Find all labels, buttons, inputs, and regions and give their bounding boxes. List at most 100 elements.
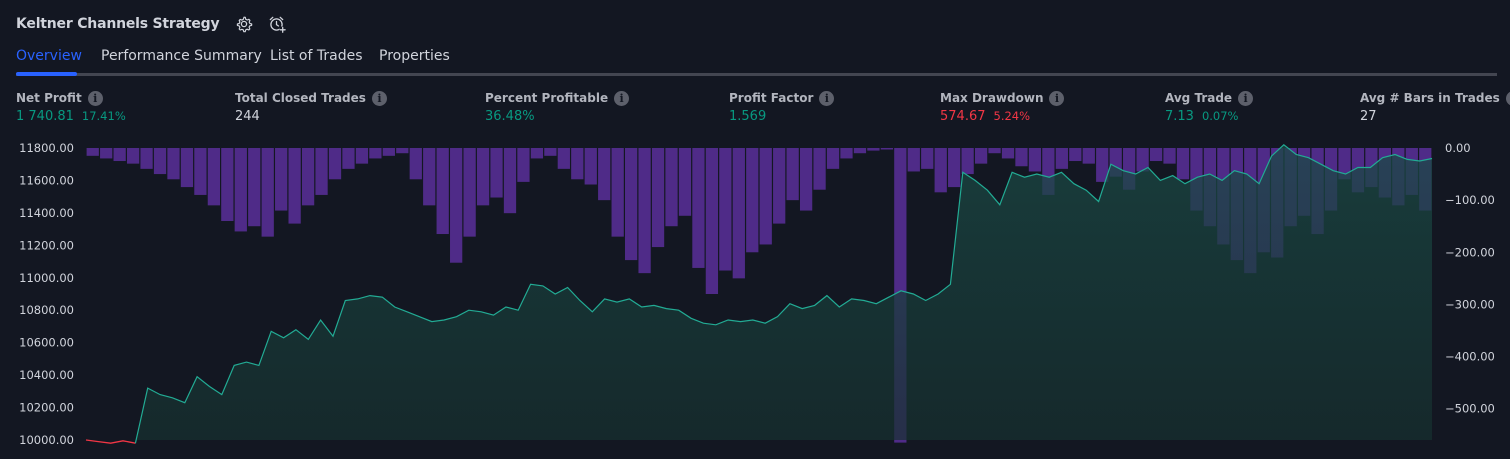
info-icon[interactable]: i xyxy=(371,90,387,106)
drawdown-bar xyxy=(409,148,422,180)
metric-total-closed-trades: Total Closed Trades i 244 xyxy=(235,90,387,125)
drawdown-bar xyxy=(746,148,759,253)
drawdown-bar xyxy=(140,148,153,169)
drawdown-bar xyxy=(261,148,274,237)
drawdown-bar xyxy=(665,148,678,227)
metric-net-profit: Net Profit i 1 740.81 17.41% xyxy=(16,90,126,125)
drawdown-bar xyxy=(221,148,234,221)
info-icon[interactable]: i xyxy=(819,90,835,106)
info-icon[interactable]: i xyxy=(1505,90,1510,106)
drawdown-bar xyxy=(651,148,665,248)
drawdown-bar xyxy=(840,148,853,159)
drawdown-bar xyxy=(1176,148,1190,180)
right-axis-tick: −100.00 xyxy=(1445,193,1495,207)
total-closed-trades-value: 244 xyxy=(235,109,260,124)
left-axis-tick: 11800.00 xyxy=(19,141,74,155)
drawdown-bar xyxy=(369,148,382,159)
metric-label: Avg # Bars in Trades xyxy=(1360,91,1500,105)
tab-overview[interactable]: Overview xyxy=(16,48,82,64)
drawdown-bar xyxy=(517,148,530,182)
metric-label: Avg Trade xyxy=(1165,91,1233,105)
drawdown-bar xyxy=(1028,148,1042,172)
left-axis-tick: 11200.00 xyxy=(19,238,74,252)
metric-max-drawdown: Max Drawdown i 574.67 5.24% xyxy=(940,90,1065,125)
equity-drawdown-chart[interactable]: 11800.00 11600.00 11400.00 11200.00 11000.00… xyxy=(0,138,1510,459)
drawdown-bar xyxy=(315,148,328,195)
drawdown-bar xyxy=(355,148,369,164)
drawdown-bar xyxy=(1082,148,1095,164)
gear-icon[interactable] xyxy=(235,15,253,33)
info-icon[interactable]: i xyxy=(87,90,103,106)
drawdown-bar xyxy=(153,148,167,175)
alarm-clock-plus-icon[interactable] xyxy=(268,15,287,33)
drawdown-bar xyxy=(773,148,786,224)
drawdown-bar xyxy=(275,148,288,211)
drawdown-bar xyxy=(961,148,974,175)
drawdown-bar xyxy=(611,148,624,237)
equity-line-negative xyxy=(85,439,136,444)
drawdown-bar xyxy=(167,148,180,180)
metric-label: Total Closed Trades xyxy=(235,91,366,105)
right-axis-tick: 0.00 xyxy=(1445,141,1471,155)
drawdown-bar xyxy=(1001,148,1015,159)
left-axis-tick: 11000.00 xyxy=(19,271,74,285)
drawdown-bar xyxy=(584,148,597,185)
drawdown-bar xyxy=(638,148,651,274)
drawdown-bar xyxy=(490,148,503,198)
left-axis-tick: 10800.00 xyxy=(19,303,74,317)
drawdown-bar xyxy=(598,148,611,201)
drawdown-bar xyxy=(86,148,99,156)
drawdown-bar xyxy=(759,148,772,245)
drawdown-bar xyxy=(974,148,988,164)
drawdown-bar xyxy=(530,148,544,159)
left-axis-tick: 11400.00 xyxy=(19,206,74,220)
tab-list-of-trades[interactable]: List of Trades xyxy=(270,48,363,64)
info-icon[interactable]: i xyxy=(614,90,630,106)
right-axis-tick: −500.00 xyxy=(1445,402,1495,416)
info-icon[interactable]: i xyxy=(1049,90,1065,106)
metric-avg-trade: Avg Trade i 7.13 0.07% xyxy=(1165,90,1254,125)
tab-performance-summary[interactable]: Performance Summary xyxy=(101,48,262,64)
drawdown-bar xyxy=(625,148,638,261)
drawdown-bar xyxy=(126,148,140,164)
metric-label: Percent Profitable xyxy=(485,91,609,105)
metric-label: Max Drawdown xyxy=(940,91,1044,105)
drawdown-bar xyxy=(476,148,490,206)
drawdown-bar xyxy=(867,148,880,151)
right-axis-tick: −300.00 xyxy=(1445,297,1495,311)
drawdown-bar xyxy=(288,148,301,224)
drawdown-bar xyxy=(948,148,961,188)
metric-label: Profit Factor xyxy=(729,91,814,105)
left-axis-tick: 10000.00 xyxy=(19,433,74,447)
left-axis: 11800.00 11600.00 11400.00 11200.00 11000.00… xyxy=(19,141,74,447)
drawdown-bar xyxy=(719,148,732,271)
active-tab-indicator xyxy=(16,72,77,76)
drawdown-bar xyxy=(234,148,247,232)
info-icon[interactable]: i xyxy=(1238,90,1254,106)
metric-avg-bars-in-trades: Avg # Bars in Trades i 27 xyxy=(1360,90,1510,125)
right-axis: 0.00 −100.00 −200.00 −300.00 −400.00 −500.00 xyxy=(1445,141,1495,416)
drawdown-bar xyxy=(732,148,745,279)
left-axis-tick: 10400.00 xyxy=(19,368,74,382)
drawdown-bar xyxy=(342,148,355,169)
drawdown-bar xyxy=(382,148,395,156)
equity-series xyxy=(85,144,1433,444)
right-axis-tick: −400.00 xyxy=(1445,350,1495,364)
drawdown-bar xyxy=(813,148,826,190)
drawdown-bar xyxy=(328,148,342,180)
max-drawdown-value: 574.67 xyxy=(940,109,986,124)
drawdown-bar xyxy=(934,148,947,193)
tab-bar-divider xyxy=(16,73,1497,76)
avg-trade-value: 7.13 xyxy=(1165,109,1194,124)
strategy-title: Keltner Channels Strategy xyxy=(16,16,220,32)
avg-bars-value: 27 xyxy=(1360,109,1377,124)
drawdown-bar xyxy=(1055,148,1068,169)
drawdown-bar xyxy=(988,148,1001,154)
drawdown-bar xyxy=(503,148,517,214)
drawdown-bar xyxy=(1069,148,1082,162)
tab-properties[interactable]: Properties xyxy=(379,48,450,64)
left-axis-tick: 11600.00 xyxy=(19,173,74,187)
net-profit-percent: 17.41% xyxy=(81,109,126,123)
avg-trade-percent: 0.07% xyxy=(1201,109,1239,123)
right-axis-tick: −200.00 xyxy=(1445,245,1495,259)
